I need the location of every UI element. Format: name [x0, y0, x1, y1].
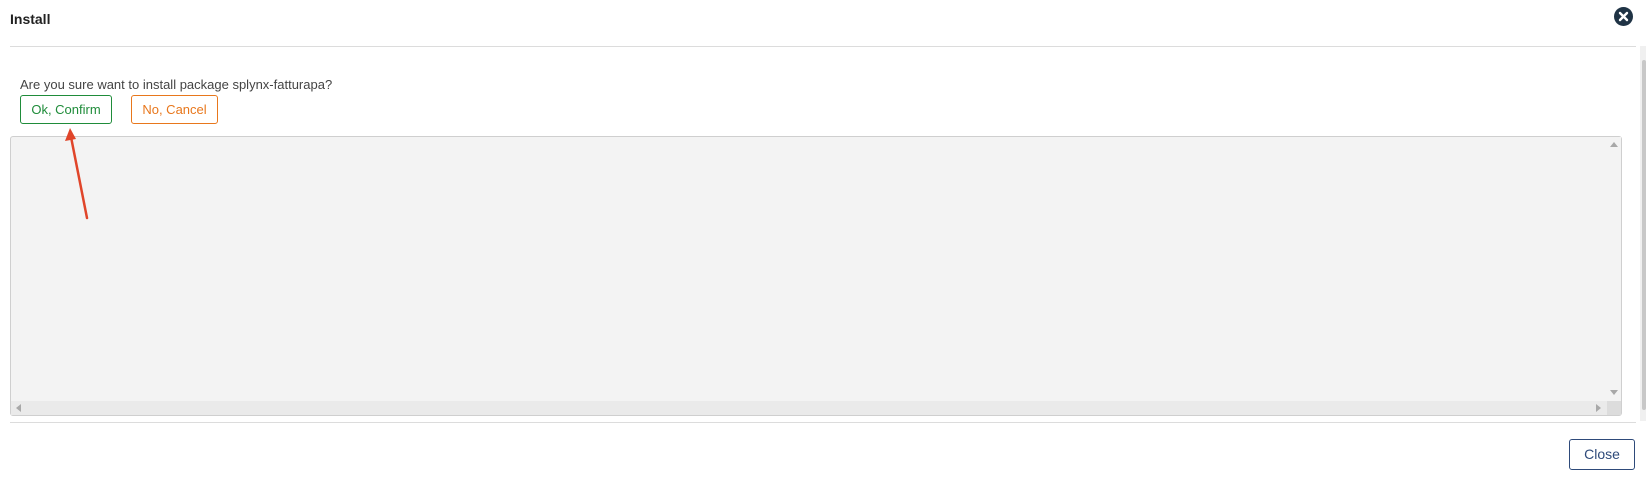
scroll-left-arrow-icon[interactable]: [16, 404, 21, 412]
close-circle-icon[interactable]: [1614, 7, 1633, 26]
header-divider: [10, 46, 1636, 47]
scroll-down-arrow-icon[interactable]: [1610, 390, 1618, 395]
scrollbar-corner: [1607, 401, 1621, 415]
output-vertical-scrollbar[interactable]: [1607, 137, 1621, 401]
install-modal: Install Are you sure want to install pac…: [0, 0, 1646, 477]
scroll-up-arrow-icon[interactable]: [1610, 142, 1618, 147]
footer-divider: [10, 422, 1636, 423]
modal-scrollbar-thumb[interactable]: [1642, 60, 1646, 410]
scroll-right-arrow-icon[interactable]: [1596, 404, 1601, 412]
cancel-button[interactable]: No, Cancel: [131, 95, 218, 124]
modal-title: Install: [10, 11, 51, 27]
confirm-question: Are you sure want to install package spl…: [20, 77, 333, 92]
install-output-area[interactable]: [10, 136, 1622, 416]
output-horizontal-scrollbar[interactable]: [11, 401, 1607, 415]
confirm-button[interactable]: Ok, Confirm: [20, 95, 112, 124]
close-button[interactable]: Close: [1569, 439, 1635, 470]
